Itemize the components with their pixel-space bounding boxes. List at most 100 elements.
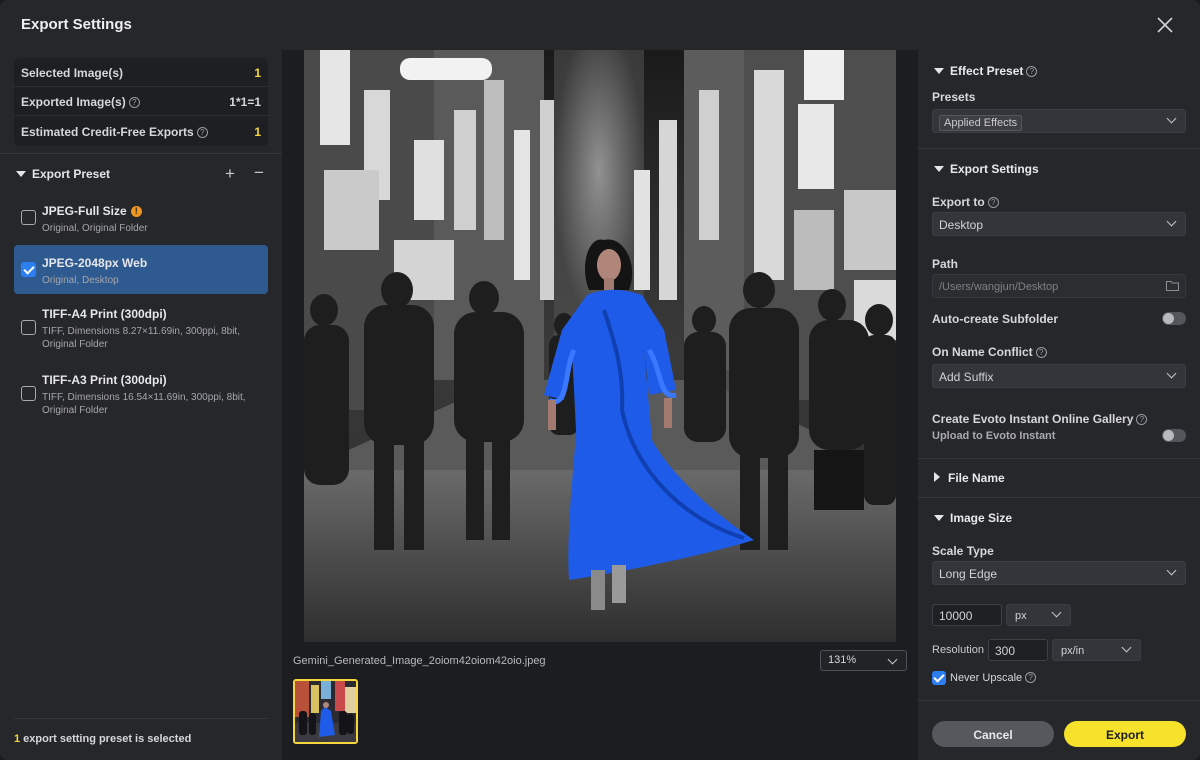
- name-conflict-select[interactable]: Add Suffix: [932, 364, 1186, 388]
- preset-checkbox[interactable]: [21, 386, 36, 401]
- preview-filename: Gemini_Generated_Image_2oiom42oiom42oio.…: [293, 655, 546, 667]
- expand-triangle-icon: [934, 472, 940, 482]
- selected-preset-status: 1 export setting preset is selected: [14, 733, 191, 745]
- export-to-label: Export to?: [932, 195, 999, 209]
- dialog-title: Export Settings: [21, 16, 132, 33]
- zoom-select[interactable]: 131%: [820, 650, 907, 671]
- effect-preset-section-header[interactable]: Effect Preset?: [934, 64, 1038, 78]
- preset-name: TIFF-A4 Print (300dpi): [42, 307, 167, 321]
- export-stats: Selected Image(s) 1 Exported Image(s)? 1…: [14, 58, 268, 146]
- size-input[interactable]: 10000: [932, 604, 1002, 626]
- presets-label: Presets: [932, 90, 976, 104]
- help-icon[interactable]: ?: [196, 127, 208, 138]
- export-to-select[interactable]: Desktop: [932, 212, 1186, 236]
- chevron-down-icon: [1166, 368, 1177, 379]
- title-bar: Export Settings: [0, 0, 1200, 50]
- preset-name: TIFF-A3 Print (300dpi): [42, 373, 167, 387]
- preset-checkbox[interactable]: [21, 320, 36, 335]
- preset-item-tiff-a4-print[interactable]: TIFF-A4 Print (300dpi) TIFF, Dimensions …: [14, 302, 268, 358]
- preset-item-tiff-a3-print[interactable]: TIFF-A3 Print (300dpi) TIFF, Dimensions …: [14, 368, 268, 424]
- image-size-section-header[interactable]: Image Size: [934, 511, 1012, 525]
- right-panel: Effect Preset? Presets Applied Effects E…: [918, 50, 1200, 760]
- help-icon[interactable]: ?: [1136, 414, 1148, 425]
- export-preset-header[interactable]: Export Preset: [16, 167, 110, 181]
- preset-checkbox[interactable]: [21, 210, 36, 225]
- name-conflict-label-text: On Name Conflict: [932, 345, 1033, 359]
- divider: [918, 497, 1200, 498]
- collapse-triangle-icon: [16, 171, 26, 177]
- stat-label: Estimated Credit-Free Exports?: [21, 125, 208, 139]
- warning-icon[interactable]: !: [130, 206, 142, 217]
- left-panel: Selected Image(s) 1 Exported Image(s)? 1…: [0, 50, 282, 760]
- street-photo-illustration: [304, 50, 896, 642]
- preset-description: TIFF, Dimensions 8.27×11.69in, 300ppi, 8…: [42, 326, 240, 350]
- chevron-down-icon: [1166, 565, 1177, 576]
- never-upscale-label: Never Upscale?: [950, 672, 1037, 684]
- stat-value: 1: [254, 66, 261, 80]
- scale-type-select[interactable]: Long Edge: [932, 561, 1186, 585]
- help-icon[interactable]: ?: [1026, 66, 1038, 77]
- stat-label: Selected Image(s): [21, 66, 124, 80]
- close-icon[interactable]: [1154, 14, 1176, 36]
- collapse-triangle-icon: [934, 515, 944, 521]
- export-button[interactable]: Export: [1064, 721, 1186, 747]
- export-settings-dialog: Export Settings Selected Image(s) 1 Expo…: [0, 0, 1200, 760]
- stat-label: Exported Image(s)?: [21, 95, 140, 109]
- preview-image: [304, 50, 896, 642]
- folder-icon[interactable]: [1166, 280, 1179, 291]
- effect-presets-select[interactable]: Applied Effects: [932, 109, 1186, 133]
- thumbnail-image: [295, 681, 356, 742]
- size-unit-select[interactable]: px: [1006, 604, 1071, 626]
- stat-label-text: Estimated Credit-Free Exports: [21, 125, 194, 139]
- resolution-input[interactable]: 300: [988, 639, 1048, 661]
- never-upscale-checkbox[interactable]: [932, 671, 946, 685]
- image-thumbnail[interactable]: [293, 679, 358, 744]
- section-title: Export Settings: [950, 162, 1039, 176]
- path-label: Path: [932, 257, 959, 271]
- applied-effects-chip: Applied Effects: [939, 115, 1023, 131]
- path-field[interactable]: /Users/wangjun/Desktop: [932, 274, 1186, 298]
- scale-type-value: Long Edge: [939, 567, 998, 581]
- export-to-value: Desktop: [939, 218, 984, 232]
- resolution-unit-select[interactable]: px/in: [1052, 639, 1141, 661]
- preset-item-jpeg-2048px-web[interactable]: JPEG-2048px Web Original, Desktop: [14, 245, 268, 294]
- stat-credit-free-exports: Estimated Credit-Free Exports? 1: [14, 117, 268, 146]
- export-settings-section-header[interactable]: Export Settings: [934, 162, 1039, 176]
- stat-selected-images: Selected Image(s) 1: [14, 58, 268, 87]
- stat-value: 1: [254, 125, 261, 139]
- divider: [0, 153, 282, 154]
- file-name-section-header[interactable]: File Name: [934, 471, 1005, 485]
- chevron-down-icon: [1051, 607, 1062, 618]
- help-icon[interactable]: ?: [987, 197, 999, 208]
- cancel-button[interactable]: Cancel: [932, 721, 1054, 747]
- divider: [918, 148, 1200, 149]
- online-gallery-sublabel: Upload to Evoto Instant: [932, 430, 1056, 442]
- preset-name: JPEG-Full Size!: [42, 204, 142, 218]
- zoom-value: 131%: [828, 654, 857, 666]
- chevron-down-icon: [1121, 642, 1132, 653]
- collapse-triangle-icon: [934, 166, 944, 172]
- stat-value: 1*1=1: [229, 95, 261, 109]
- remove-preset-button[interactable]: −: [254, 163, 264, 183]
- help-icon[interactable]: ?: [128, 97, 140, 108]
- add-preset-button[interactable]: +: [225, 164, 235, 184]
- collapse-triangle-icon: [934, 68, 944, 74]
- path-value: /Users/wangjun/Desktop: [939, 281, 1059, 293]
- stat-label-text: Exported Image(s): [21, 95, 126, 109]
- preset-description: Original, Desktop: [42, 275, 119, 286]
- chevron-down-icon: [1166, 113, 1177, 124]
- resolution-unit-value: px/in: [1061, 645, 1085, 657]
- divider: [918, 700, 1200, 701]
- preset-name: JPEG-2048px Web: [42, 256, 148, 270]
- preset-checkbox[interactable]: [21, 262, 36, 277]
- selected-status-text: export setting preset is selected: [20, 733, 192, 745]
- help-icon[interactable]: ?: [1035, 347, 1047, 358]
- auto-subfolder-toggle[interactable]: [1162, 312, 1186, 325]
- online-gallery-toggle[interactable]: [1162, 429, 1186, 442]
- preset-item-jpeg-full-size[interactable]: JPEG-Full Size! Original, Original Folde…: [14, 197, 268, 239]
- chevron-down-icon: [887, 654, 898, 665]
- never-upscale-label-text: Never Upscale: [950, 672, 1023, 684]
- online-gallery-label: Create Evoto Instant Online Gallery?: [932, 412, 1148, 426]
- section-title: File Name: [948, 471, 1005, 485]
- help-icon[interactable]: ?: [1025, 672, 1037, 683]
